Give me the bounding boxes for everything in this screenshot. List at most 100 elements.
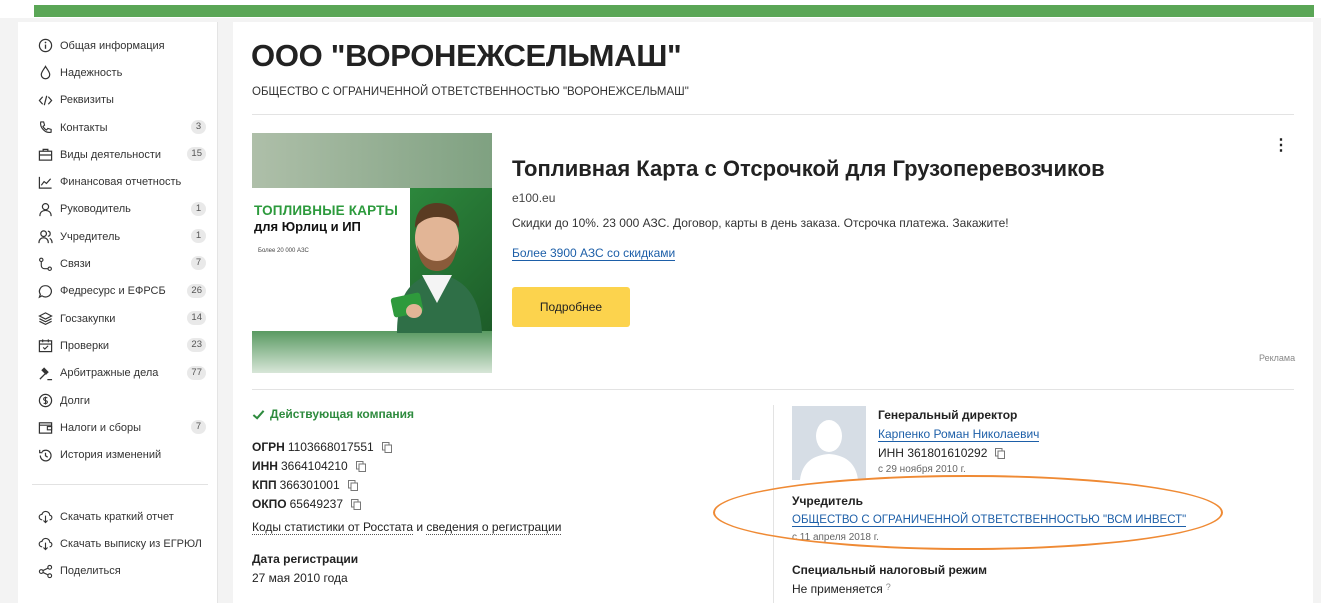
ad-image-headline: ТОПЛИВНЫЕ КАРТЫ [254, 203, 399, 218]
ad-label: Реклама [1259, 353, 1296, 363]
chart-icon [36, 173, 54, 191]
sidebar-item[interactable]: Долги [18, 387, 218, 414]
tax-regime-label: Специальный налоговый режим [792, 563, 988, 577]
okpo-value: 65649237 [289, 497, 344, 511]
director-since: с 29 ноября 2010 г. [878, 464, 966, 475]
copy-icon[interactable] [381, 441, 392, 453]
ad-domain: e100.eu [512, 191, 556, 205]
cloud-download-icon [36, 508, 54, 526]
copy-icon[interactable] [355, 460, 366, 472]
inn-label: ИНН [252, 459, 278, 473]
ad-more-icon[interactable]: ⋮ [1273, 135, 1289, 154]
check-icon [252, 409, 265, 420]
director-inn-value: 361801610292 [907, 446, 988, 460]
sidebar-item[interactable]: Поделиться [18, 558, 218, 585]
sidebar-item-label: Скачать краткий отчет [60, 510, 174, 523]
conjunction-text: и [416, 520, 424, 534]
registration-date-value: 27 мая 2010 года [252, 571, 348, 585]
phone-icon [36, 119, 54, 137]
sidebar-item[interactable]: История изменений [18, 441, 218, 468]
person-silhouette-icon [792, 406, 866, 480]
sidebar-item-label: Учредитель [60, 230, 121, 243]
links-icon [36, 255, 54, 273]
sidebar-item[interactable]: Федресурс и ЕФРСБ 26 [18, 278, 218, 305]
inn-value: 3664104210 [280, 459, 348, 473]
founder-name-link[interactable]: ОБЩЕСТВО С ОГРАНИЧЕННОЙ ОТВЕТСТВЕННОСТЬЮ… [792, 514, 1187, 527]
cloud-download-icon [36, 535, 54, 553]
sidebar: Общая информация Надежность Реквизиты Конта… [18, 22, 218, 603]
sidebar-item-label: Связи [60, 258, 91, 271]
page-title: ООО "ВОРОНЕЖСЕЛЬМАШ" [251, 38, 682, 73]
sidebar-item[interactable]: Финансовая отчетность [18, 168, 218, 195]
copy-icon[interactable] [351, 498, 362, 510]
sidebar-item[interactable]: Проверки 23 [18, 332, 218, 359]
okpo-label: ОКПО [252, 497, 287, 511]
ad-image-caption: Более 20 000 АЗС [258, 248, 309, 254]
code-icon [36, 91, 54, 109]
statistics-links: Коды статистики от Росстата и сведения о… [252, 520, 562, 535]
help-icon[interactable]: ? [886, 582, 891, 592]
ad-person-illustration [390, 203, 482, 333]
ad-image[interactable]: ТОПЛИВНЫЕ КАРТЫ для Юрлиц и ИП Более 20 … [252, 133, 492, 373]
kpp-label: КПП [252, 478, 277, 492]
sidebar-item-label: Финансовая отчетность [60, 176, 182, 189]
sidebar-item[interactable]: Связи 7 [18, 250, 218, 277]
divider [252, 389, 1294, 390]
registration-info-link[interactable]: сведения о регистрации [426, 520, 562, 535]
company-full-name: ОБЩЕСТВО С ОГРАНИЧЕННОЙ ОТВЕТСТВЕННОСТЬЮ… [252, 86, 689, 98]
person-icon [36, 200, 54, 218]
sidebar-divider [32, 484, 208, 485]
sidebar-item[interactable]: Руководитель 1 [18, 196, 218, 223]
inn-row: ИНН 3664104210 [252, 459, 366, 473]
rosstat-codes-link[interactable]: Коды статистики от Росстата [252, 520, 414, 535]
briefcase-icon [36, 146, 54, 164]
ad-link[interactable]: Более 3900 АЗС со скидками [512, 246, 676, 261]
sidebar-item-label: Поделиться [60, 565, 121, 578]
count-badge: 3 [191, 119, 206, 134]
top-accent-bar [34, 5, 1314, 17]
count-badge: 1 [191, 201, 206, 216]
director-role: Генеральный директор [878, 408, 1018, 422]
sidebar-item[interactable]: Госзакупки 14 [18, 305, 218, 332]
ogrn-row: ОГРН 1103668017551 [252, 440, 392, 454]
kpp-value: 366301001 [279, 478, 340, 492]
sidebar-item[interactable]: Учредитель 1 [18, 223, 218, 250]
gavel-icon [36, 364, 54, 382]
ogrn-label: ОГРН [252, 440, 285, 454]
divider [252, 114, 1294, 115]
sidebar-item[interactable]: Виды деятельности 15 [18, 141, 218, 168]
copy-icon[interactable] [347, 479, 358, 491]
founder-label: Учредитель [792, 494, 863, 508]
sidebar-item[interactable]: Скачать выписку из ЕГРЮЛ [18, 530, 218, 557]
history-icon [36, 446, 54, 464]
director-name-link[interactable]: Карпенко Роман Николаевич [878, 427, 1040, 442]
sidebar-item-label: Налоги и сборы [60, 421, 142, 434]
drop-icon [36, 64, 54, 82]
info-icon [36, 37, 54, 55]
top-bar [0, 0, 1321, 18]
count-badge: 26 [187, 283, 206, 298]
count-badge: 23 [187, 338, 206, 353]
sidebar-item-label: Общая информация [60, 39, 165, 52]
copy-icon[interactable] [995, 447, 1006, 459]
sidebar-item[interactable]: Реквизиты [18, 87, 218, 114]
column-divider [773, 405, 774, 603]
sidebar-item[interactable]: Общая информация [18, 32, 218, 59]
sidebar-item[interactable]: Надежность [18, 59, 218, 86]
sidebar-item-label: История изменений [60, 449, 162, 462]
sidebar-item-label: Контакты [60, 121, 108, 134]
registration-date-label: Дата регистрации [252, 552, 359, 566]
ad-title[interactable]: Топливная Карта с Отсрочкой для Грузопер… [512, 156, 1105, 182]
sidebar-item-label: Реквизиты [60, 94, 114, 107]
wallet-icon [36, 419, 54, 437]
sidebar-item[interactable]: Арбитражные дела 77 [18, 360, 218, 387]
sidebar-item-label: Руководитель [60, 203, 131, 216]
count-badge: 14 [187, 310, 206, 325]
sidebar-item[interactable]: Налоги и сборы 7 [18, 414, 218, 441]
count-badge: 1 [191, 229, 206, 244]
sidebar-item[interactable]: Скачать краткий отчет [18, 503, 218, 530]
sidebar-item-label: Скачать выписку из ЕГРЮЛ [60, 537, 202, 550]
ad-details-button[interactable]: Подробнее [512, 287, 630, 327]
sidebar-item[interactable]: Контакты 3 [18, 114, 218, 141]
director-inn-row: ИНН 361801610292 [878, 446, 1006, 460]
